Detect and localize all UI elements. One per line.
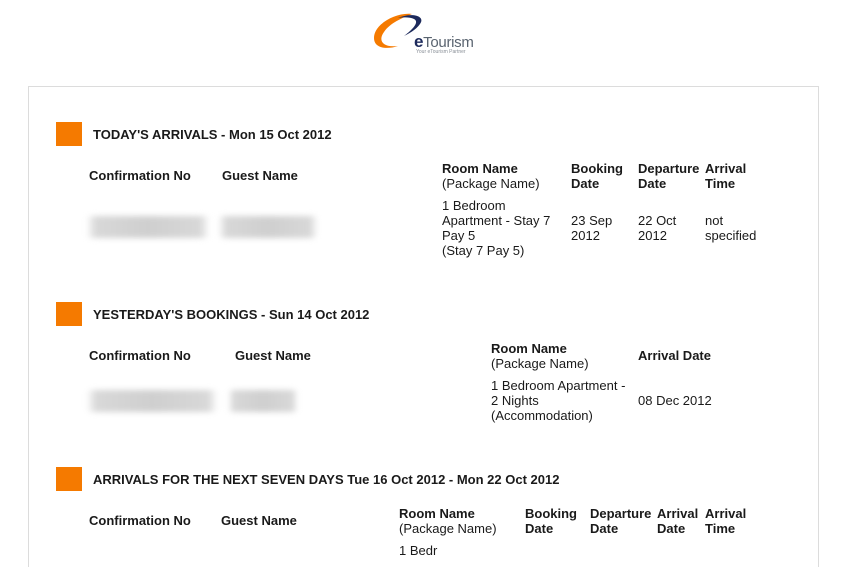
guest-name-redacted: [228, 390, 298, 412]
cell-line: Pay 5: [442, 228, 476, 243]
booking-date-cell: 23 Sep 2012: [571, 213, 612, 243]
section-header: TODAY'S ARRIVALS - Mon 15 Oct 2012: [56, 122, 332, 146]
report-card: [28, 86, 819, 567]
col-room-name-label: Room Name: [442, 161, 518, 176]
header-line: Date: [525, 521, 554, 536]
section-marker-icon: [56, 467, 82, 491]
col-confirmation-no: Confirmation No: [89, 513, 191, 528]
col-package-name-label: (Package Name): [399, 521, 497, 536]
header-line: Date: [590, 521, 619, 536]
col-confirmation-no: Confirmation No: [89, 348, 191, 363]
cell-line: 2 Nights: [491, 393, 539, 408]
col-arrival-date: Arrival Date: [638, 348, 711, 363]
cell-line: 1 Bedroom Apartment -: [491, 378, 626, 393]
cell-line: 23 Sep: [571, 213, 613, 228]
col-booking-date: Booking Date: [525, 506, 577, 536]
header-line: Departure: [638, 161, 700, 176]
col-guest-name: Guest Name: [235, 348, 311, 363]
header-line: Date: [571, 176, 600, 191]
header-line: Arrival: [705, 161, 747, 176]
departure-date-cell: 22 Oct 2012: [638, 213, 676, 243]
col-package-name-label: (Package Name): [442, 176, 540, 191]
header-line: Departure: [590, 506, 652, 521]
section-title: ARRIVALS FOR THE NEXT SEVEN DAYS Tue 16 …: [93, 471, 560, 487]
col-room-name: Room Name (Package Name): [491, 341, 589, 371]
header-line: Date: [657, 521, 686, 536]
col-room-name-label: Room Name: [399, 506, 475, 521]
section-header: YESTERDAY'S BOOKINGS - Sun 14 Oct 2012: [56, 302, 369, 326]
cell-line: not: [705, 213, 724, 228]
confirmation-no-redacted: [86, 390, 218, 412]
room-name-cell: 1 Bedroom Apartment - Stay 7 Pay 5 (Stay…: [442, 198, 550, 258]
header-line: Booking: [571, 161, 623, 176]
col-guest-name: Guest Name: [222, 168, 298, 183]
section-title: YESTERDAY'S BOOKINGS - Sun 14 Oct 2012: [93, 306, 370, 322]
room-name-cell: 1 Bedr: [399, 543, 438, 558]
col-confirmation-no: Confirmation No: [89, 168, 191, 183]
col-arrival-time: Arrival Time: [705, 161, 746, 191]
arrival-time-cell: not specified: [705, 213, 756, 243]
col-guest-name: Guest Name: [221, 513, 297, 528]
col-departure-date: Departure Date: [638, 161, 699, 191]
cell-line: (Accommodation): [491, 408, 593, 423]
col-booking-date: Booking Date: [571, 161, 623, 191]
confirmation-no-redacted: [86, 216, 210, 238]
header-line: Booking: [525, 506, 577, 521]
cell-line: (Stay 7 Pay 5): [442, 243, 525, 258]
header-line: Time: [705, 176, 736, 191]
room-name-cell: 1 Bedroom Apartment - 2 Nights (Accommod…: [491, 378, 625, 423]
col-room-name: Room Name (Package Name): [399, 506, 497, 536]
cell-line: 2012: [638, 228, 667, 243]
section-marker-icon: [56, 122, 82, 146]
cell-line: 2012: [571, 228, 600, 243]
section-title: TODAY'S ARRIVALS - Mon 15 Oct 2012: [93, 126, 332, 142]
header-line: Arrival: [657, 506, 699, 521]
section-header: ARRIVALS FOR THE NEXT SEVEN DAYS Tue 16 …: [56, 467, 559, 491]
etourism-logo: eTourism Your eTourism Partner: [368, 10, 478, 56]
col-arrival-date: Arrival Date: [657, 506, 698, 536]
header-line: Time: [705, 521, 736, 536]
cell-line: 22 Oct: [638, 213, 677, 228]
guest-name-redacted: [218, 216, 318, 238]
cell-line: specified: [705, 228, 757, 243]
col-departure-date: Departure Date: [590, 506, 651, 536]
cell-line: Apartment - Stay 7: [442, 213, 551, 228]
cell-line: 1 Bedroom: [442, 198, 506, 213]
col-room-name-label: Room Name: [491, 341, 567, 356]
col-arrival-time: Arrival Time: [705, 506, 746, 536]
arrival-date-cell: 08 Dec 2012: [638, 393, 712, 408]
section-marker-icon: [56, 302, 82, 326]
col-room-name: Room Name (Package Name): [442, 161, 540, 191]
header-line: Arrival: [705, 506, 747, 521]
brand-tagline: Your eTourism Partner: [416, 49, 466, 55]
col-package-name-label: (Package Name): [491, 356, 589, 371]
header-line: Date: [638, 176, 667, 191]
